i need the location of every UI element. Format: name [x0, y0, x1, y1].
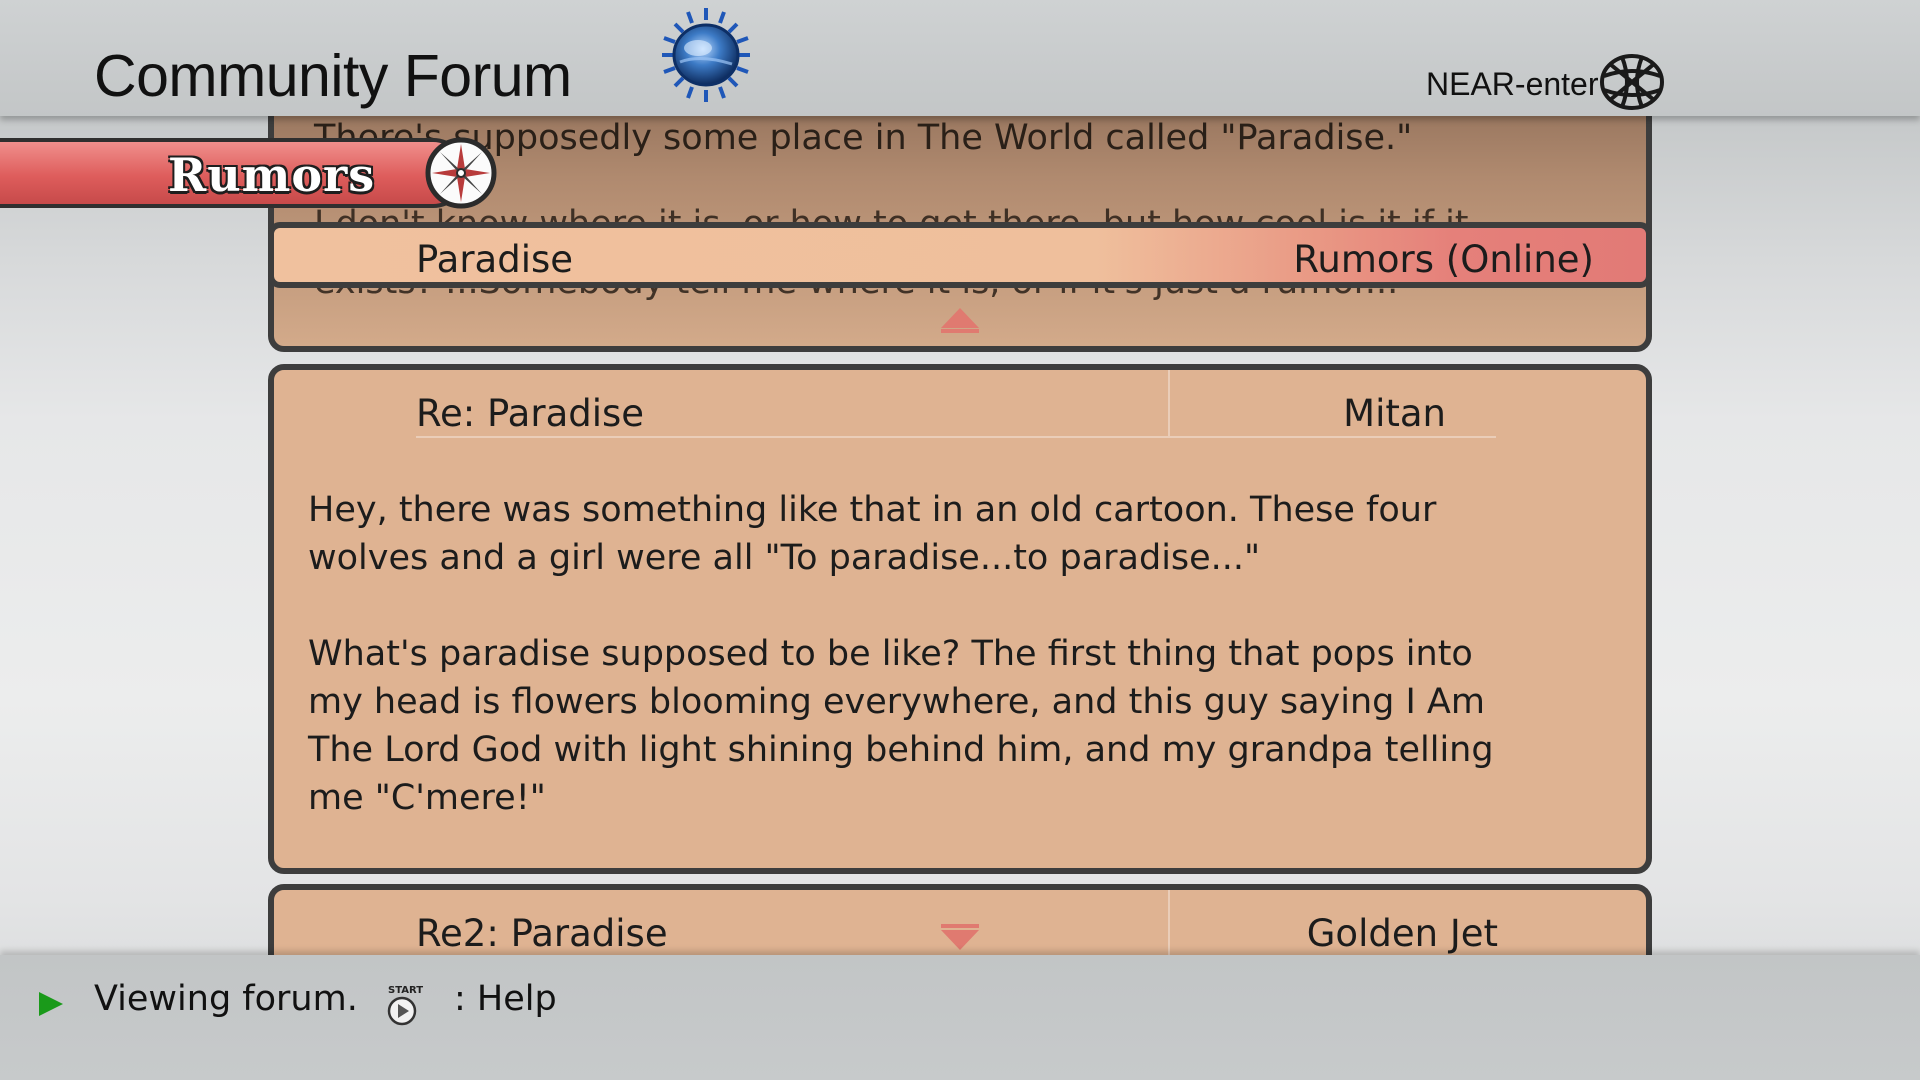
help-hint: : Help: [454, 979, 557, 1019]
header-bar: Community Forum NEAR-enter: [0, 0, 1920, 116]
post-title: Re: Paradise: [416, 392, 645, 435]
scroll-up-arrow-icon[interactable]: [939, 306, 981, 334]
current-post-panel: Re: Paradise Mitan Hey, there was someth…: [268, 364, 1652, 874]
column-divider: [1168, 370, 1170, 436]
world-globe-emblem-icon: [662, 8, 750, 102]
category-label: Rumors: [168, 148, 376, 202]
play-arrow-icon: [39, 992, 63, 1016]
header-divider: [416, 436, 1496, 438]
column-divider: [1168, 890, 1170, 956]
status-bar: Viewing forum. START : Help: [0, 955, 1920, 1080]
page-title: Community Forum: [94, 43, 572, 109]
next-post-author: Golden Jet: [1306, 912, 1498, 955]
topic-board-name: Rumors (Online): [1293, 238, 1594, 281]
post-author: Mitan: [1343, 392, 1446, 435]
svg-text:START: START: [388, 985, 423, 996]
status-text: Viewing forum.: [94, 979, 358, 1019]
compass-icon: [425, 137, 497, 209]
scroll-down-arrow-icon[interactable]: [939, 922, 981, 952]
topic-bar: Paradise Rumors (Online): [268, 222, 1652, 288]
globe-wireframe-icon: [1600, 54, 1664, 110]
post-body: Hey, there was something like that in an…: [308, 486, 1568, 822]
connection-mode-label: NEAR-enter: [1426, 66, 1599, 102]
next-post-title: Re2: Paradise: [416, 912, 668, 955]
category-tab: Rumors: [0, 138, 468, 208]
post-paragraph: Hey, there was something like that in an…: [308, 490, 1437, 578]
start-button-icon: START: [387, 985, 423, 1026]
post-paragraph: What's paradise supposed to be like? The…: [308, 634, 1494, 818]
topic-title: Paradise: [416, 238, 574, 281]
